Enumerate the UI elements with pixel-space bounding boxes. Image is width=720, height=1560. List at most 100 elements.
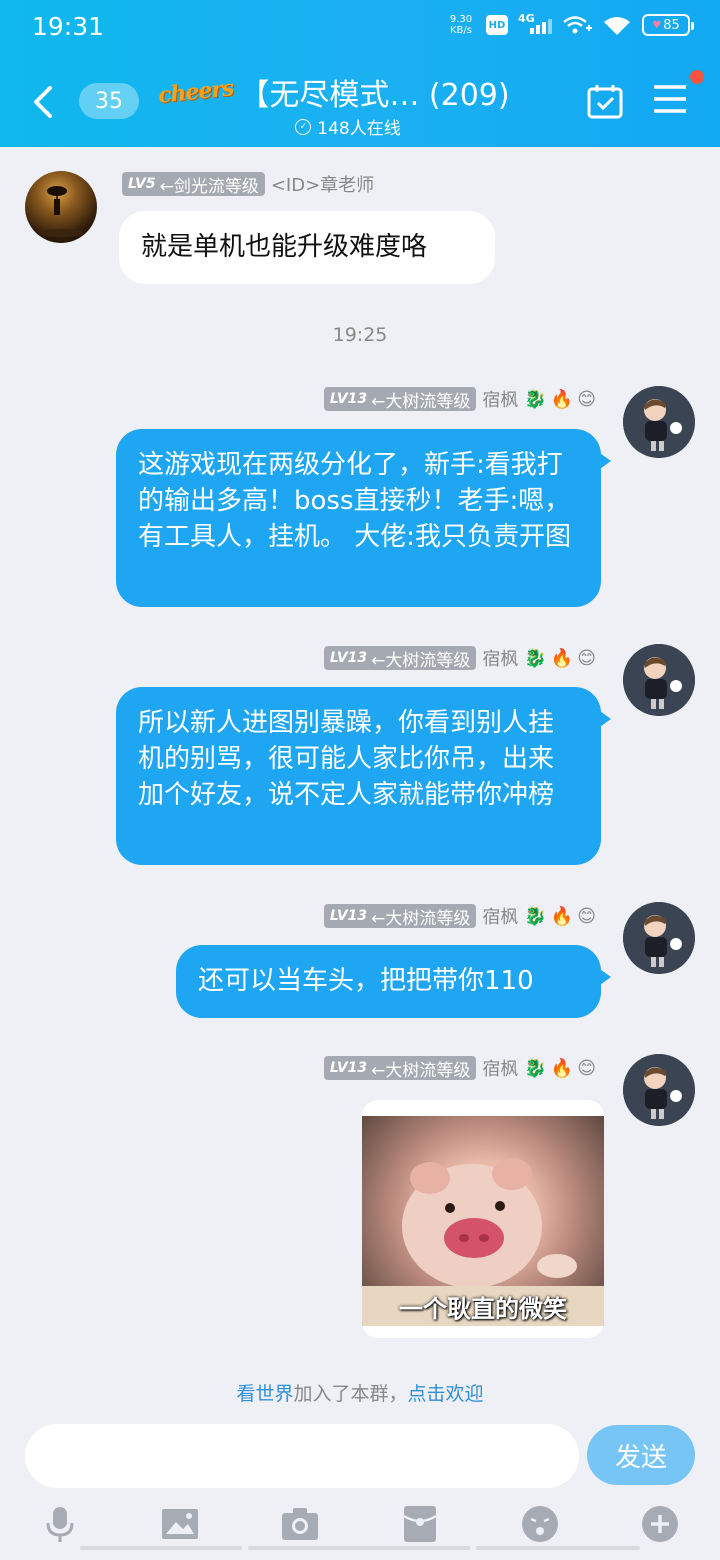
more-button[interactable] bbox=[638, 1502, 682, 1546]
tab-indicator bbox=[248, 1546, 470, 1550]
chat-message-list[interactable]: LV5 ←剑光流等级 <ID>章老师 就是单机也能升级难度咯 19:25 LV1… bbox=[0, 147, 720, 1410]
join-notice-text: 加入了本群， bbox=[293, 1383, 408, 1405]
online-check-icon: ✓ bbox=[295, 118, 312, 135]
fire-badge-icon: 🔥 bbox=[550, 905, 574, 927]
voice-button[interactable] bbox=[38, 1502, 82, 1546]
sender-name[interactable]: 宿枫 bbox=[482, 386, 518, 412]
anime-boy-avatar-icon bbox=[623, 902, 695, 974]
message-bubble[interactable]: 所以新人进图别暴躁，你看到别人挂机的别骂，很可能人家比你吊，出来加个好友，说不定… bbox=[116, 687, 611, 865]
group-title: 【无尽模式… (209) bbox=[239, 78, 510, 113]
anime-boy-avatar-icon bbox=[623, 386, 695, 458]
red-packet-icon bbox=[403, 1506, 437, 1542]
fire-badge-icon: 🔥 bbox=[550, 388, 574, 410]
level-badge: LV5 ←剑光流等级 bbox=[122, 172, 265, 197]
level-title: ←剑光流等级 bbox=[159, 176, 259, 197]
battery-icon: ♥ 85 bbox=[642, 14, 694, 36]
image-icon bbox=[162, 1509, 198, 1539]
status-time: 19:31 bbox=[32, 12, 105, 41]
sender-name[interactable]: 宿枫 bbox=[482, 903, 518, 929]
level-text: LV13 bbox=[329, 650, 368, 666]
message-meta: LV13 ←大树流等级 宿枫 🐉 🔥 😊 bbox=[323, 1055, 596, 1081]
level-badge: LV13 ←大树流等级 bbox=[323, 387, 477, 412]
camera-icon bbox=[282, 1508, 318, 1540]
online-status: ✓ 148人在线 bbox=[118, 114, 578, 139]
message-bubble[interactable]: 这游戏现在两级分化了，新手:看我打的输出多高！boss直接秒！老手:嗯，有工具人… bbox=[116, 429, 611, 607]
level-badge: LV13 ←大树流等级 bbox=[323, 904, 477, 929]
camera-button[interactable] bbox=[278, 1502, 322, 1546]
emoji-face-icon bbox=[522, 1506, 558, 1542]
level-text: LV5 bbox=[128, 176, 156, 192]
microphone-icon bbox=[46, 1507, 74, 1542]
level-badge: LV13 ←大树流等级 bbox=[323, 1056, 477, 1081]
network-speed-value: 9.30 bbox=[449, 14, 473, 25]
message-meta: LV13 ←大树流等级 宿枫 🐉 🔥 😊 bbox=[323, 645, 596, 671]
status-icons: 9.30 KB/s HD 4G ♥ 85 bbox=[446, 12, 694, 36]
message-meta: LV13 ←大树流等级 宿枫 🐉 🔥 😊 bbox=[323, 386, 596, 412]
wifi-plus-icon bbox=[563, 16, 592, 34]
dragon-badge-icon: 🐉 bbox=[524, 1057, 547, 1079]
network-speed: 9.30 KB/s bbox=[446, 14, 476, 36]
message-input[interactable] bbox=[25, 1424, 579, 1488]
level-title: ←大树流等级 bbox=[371, 650, 471, 671]
level-text: LV13 bbox=[329, 908, 368, 924]
send-button[interactable]: 发送 bbox=[587, 1425, 695, 1485]
battery-level: 85 bbox=[663, 17, 680, 33]
message-bubble[interactable]: 还可以当车头，把把带你110 bbox=[176, 945, 611, 1018]
input-bar: 发送 bbox=[0, 1410, 720, 1560]
status-bar: 19:31 9.30 KB/s HD 4G ♥ 85 bbox=[0, 0, 720, 56]
plus-circle-icon bbox=[642, 1506, 678, 1542]
avatar[interactable] bbox=[623, 644, 695, 716]
smile-badge-icon: 😊 bbox=[577, 647, 596, 669]
calendar-check-icon[interactable] bbox=[586, 82, 624, 120]
header: 19:31 9.30 KB/s HD 4G ♥ 85 35 cheers 【无尽… bbox=[0, 0, 720, 147]
sticker-message[interactable]: 一个耿直的微笑 bbox=[362, 1100, 604, 1338]
notification-dot bbox=[690, 70, 704, 84]
level-text: LV13 bbox=[329, 391, 368, 407]
avatar[interactable] bbox=[623, 902, 695, 974]
menu-icon[interactable] bbox=[652, 82, 688, 116]
join-notice: 看世界加入了本群，点击欢迎 bbox=[0, 1379, 720, 1406]
tab-indicator bbox=[80, 1546, 242, 1550]
cellular-signal-icon: 4G bbox=[518, 12, 552, 36]
message-meta: LV5 ←剑光流等级 <ID>章老师 bbox=[122, 171, 374, 197]
tab-indicator bbox=[476, 1546, 640, 1550]
smile-badge-icon: 😊 bbox=[577, 1057, 596, 1079]
nav-bar: 35 cheers 【无尽模式… (209) ✓ 148人在线 bbox=[0, 56, 720, 147]
avatar[interactable] bbox=[25, 171, 97, 243]
smile-badge-icon: 😊 bbox=[577, 388, 596, 410]
message-text: 还可以当车头，把把带你110 bbox=[198, 966, 534, 996]
sender-name[interactable]: 宿枫 bbox=[482, 1055, 518, 1081]
back-button[interactable] bbox=[24, 80, 60, 124]
emoji-button[interactable] bbox=[518, 1502, 562, 1546]
image-button[interactable] bbox=[158, 1502, 202, 1546]
message-text: 这游戏现在两级分化了，新手:看我打的输出多高！boss直接秒！老手:嗯，有工具人… bbox=[138, 450, 572, 552]
sender-name[interactable]: <ID>章老师 bbox=[271, 171, 374, 197]
level-title: ←大树流等级 bbox=[371, 391, 471, 412]
level-badge: LV13 ←大树流等级 bbox=[323, 646, 477, 671]
anime-boy-avatar-icon bbox=[623, 644, 695, 716]
dragon-badge-icon: 🐉 bbox=[524, 388, 547, 410]
network-speed-unit: KB/s bbox=[450, 25, 472, 36]
red-packet-button[interactable] bbox=[398, 1502, 442, 1546]
sender-name[interactable]: 宿枫 bbox=[482, 645, 518, 671]
avatar[interactable] bbox=[623, 386, 695, 458]
joined-user-link[interactable]: 看世界 bbox=[236, 1383, 293, 1405]
message-bubble[interactable]: 就是单机也能升级难度咯 bbox=[119, 211, 495, 284]
fire-badge-icon: 🔥 bbox=[550, 1057, 574, 1079]
group-header[interactable]: cheers 【无尽模式… (209) ✓ 148人在线 bbox=[156, 70, 578, 139]
level-title: ←大树流等级 bbox=[371, 908, 471, 929]
message-text: 就是单机也能升级难度咯 bbox=[141, 232, 428, 262]
level-text: LV13 bbox=[329, 1060, 368, 1076]
hd-icon: HD bbox=[486, 15, 508, 35]
wifi-icon bbox=[604, 17, 630, 35]
welcome-link[interactable]: 点击欢迎 bbox=[408, 1383, 484, 1405]
heart-icon: ♥ bbox=[652, 19, 662, 31]
message-text: 所以新人进图别暴躁，你看到别人挂机的别骂，很可能人家比你吊，出来加个好友，说不定… bbox=[138, 708, 555, 810]
anime-boy-avatar-icon bbox=[623, 1054, 695, 1126]
message-meta: LV13 ←大树流等级 宿枫 🐉 🔥 😊 bbox=[323, 903, 596, 929]
dragon-badge-icon: 🐉 bbox=[524, 647, 547, 669]
avatar[interactable] bbox=[623, 1054, 695, 1126]
online-count-text: 148人在线 bbox=[317, 119, 401, 139]
cheers-logo: cheers bbox=[156, 75, 235, 109]
person-silhouette-icon bbox=[39, 186, 83, 237]
